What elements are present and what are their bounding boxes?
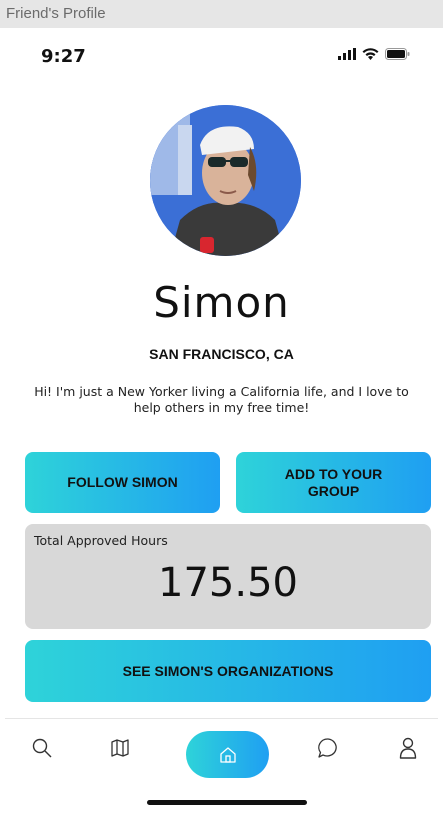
avatar [150, 105, 301, 256]
status-icons [338, 48, 410, 60]
status-time: 9:27 [41, 46, 86, 67]
hours-value: 175.50 [158, 560, 298, 606]
battery-icon [385, 48, 410, 60]
tab-home[interactable] [186, 731, 269, 778]
see-organizations-button[interactable]: SEE SIMON'S ORGANIZATIONS [25, 640, 431, 702]
signal-icon [338, 48, 356, 60]
wifi-icon [362, 48, 379, 60]
profile-icon [399, 737, 417, 759]
hours-label: Total Approved Hours [34, 533, 168, 548]
chat-icon [318, 738, 337, 758]
status-bar: 9:27 [5, 28, 438, 88]
profile-name: Simon [153, 278, 290, 327]
tab-map[interactable] [105, 733, 135, 763]
tab-profile[interactable] [393, 733, 423, 763]
phone-screen: 9:27 Simon SAN FRANCISCO, CA Hi! I'm jus… [5, 28, 438, 816]
profile-location: SAN FRANCISCO, CA [149, 346, 294, 362]
home-indicator [147, 800, 307, 805]
add-to-group-button[interactable]: ADD TO YOUR GROUP [236, 452, 431, 513]
approved-hours-card: Total Approved Hours 175.50 [25, 524, 431, 629]
home-icon [219, 746, 236, 763]
follow-button[interactable]: FOLLOW SIMON [25, 452, 220, 513]
search-icon [32, 738, 52, 758]
map-icon [111, 739, 129, 757]
profile-bio: Hi! I'm just a New Yorker living a Calif… [34, 384, 409, 415]
tab-search[interactable] [27, 733, 57, 763]
profile-photo [150, 105, 301, 256]
tab-chat[interactable] [313, 733, 343, 763]
window-title: Friend's Profile [0, 0, 443, 28]
